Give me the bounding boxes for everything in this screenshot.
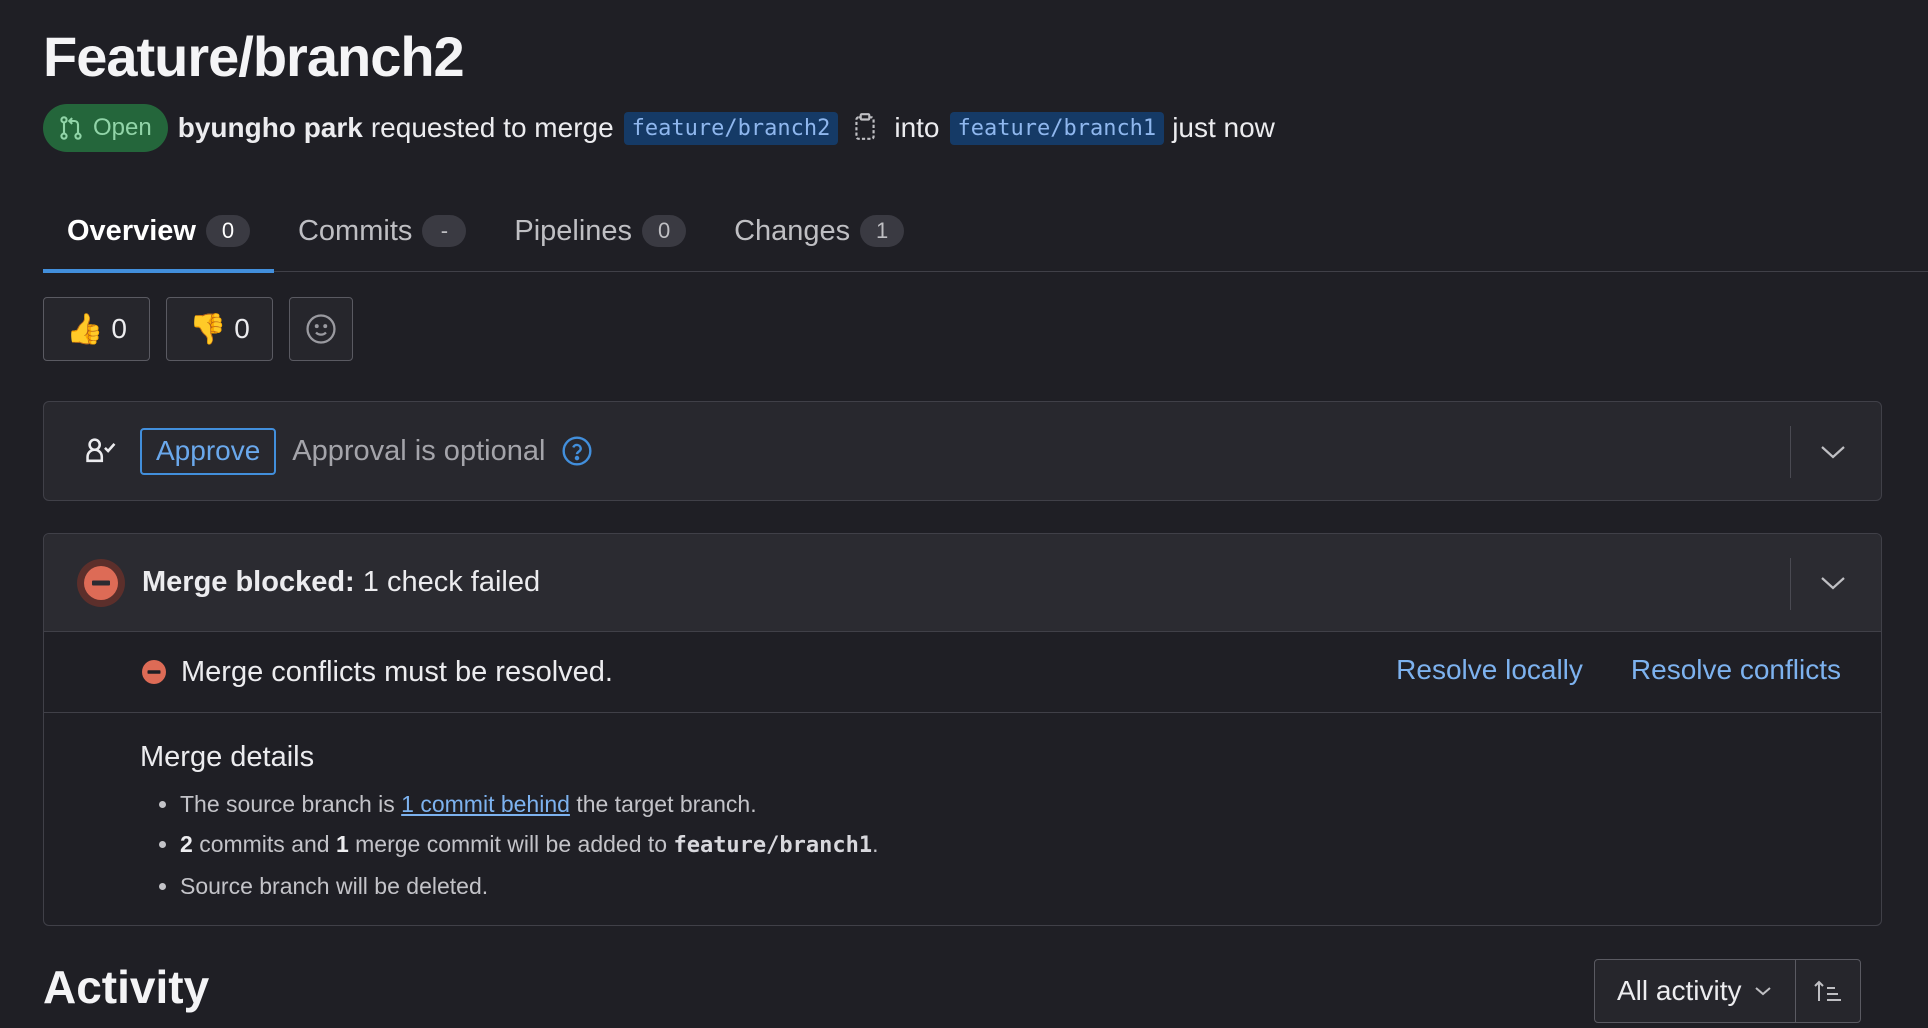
tab-label: Changes — [734, 214, 851, 247]
copy-branch-icon[interactable] — [852, 112, 882, 144]
sort-direction-button[interactable] — [1796, 960, 1860, 1022]
thumbs-down-button[interactable]: 👎 0 — [165, 297, 273, 361]
author-link[interactable]: byungho park — [178, 112, 363, 144]
merge-request-tabs: Overview 0 Commits - Pipelines 0 Changes… — [43, 190, 1928, 273]
tab-count: 1 — [860, 215, 905, 247]
commits-behind-link[interactable]: 1 commit behind — [401, 791, 570, 817]
thumbs-down-icon: 👎 — [188, 311, 227, 347]
tab-count: 0 — [205, 215, 250, 247]
chevron-down-icon — [1821, 577, 1845, 590]
merge-check-text: Merge conflicts must be resolved. — [181, 655, 613, 688]
approval-panel: Approve Approval is optional — [43, 401, 1882, 501]
tab-pipelines[interactable]: Pipelines 0 — [490, 190, 710, 272]
tab-commits[interactable]: Commits - — [274, 190, 490, 272]
list-item: Source branch will be deleted. — [180, 866, 1881, 906]
thumbs-up-icon: 👍 — [66, 311, 104, 347]
expand-merge-checks-button[interactable] — [1813, 563, 1853, 603]
detail-text: the target branch. — [576, 791, 757, 817]
tab-label: Commits — [297, 214, 413, 247]
merge-request-meta: Open byungho park requested to merge fea… — [43, 104, 1275, 152]
smiley-icon — [306, 314, 336, 344]
merge-status-text: Merge blocked: 1 check failed — [142, 566, 540, 599]
expand-approval-button[interactable] — [1813, 432, 1853, 472]
resolve-conflicts-button[interactable]: Resolve conflicts — [1631, 654, 1841, 686]
award-emoji-bar: 👍 0 👎 0 — [43, 297, 353, 361]
list-item: The source branch is 1 commit behind the… — [180, 784, 1881, 824]
activity-filter-dropdown[interactable]: All activity — [1595, 960, 1797, 1022]
detail-text: merge commit will be added to — [355, 831, 668, 857]
merge-check-actions: Resolve locally Resolve conflicts — [1396, 654, 1841, 686]
source-branch[interactable]: feature/branch2 — [623, 111, 839, 145]
activity-filter-label: All activity — [1617, 975, 1742, 1006]
activity-heading: Activity — [43, 961, 210, 1013]
add-reaction-button[interactable] — [288, 297, 353, 361]
approval-status-text: Approval is optional — [292, 434, 546, 467]
status-label: Open — [93, 114, 152, 141]
tab-changes[interactable]: Changes 1 — [710, 190, 928, 272]
tab-label: Pipelines — [514, 214, 633, 247]
thumbs-up-button[interactable]: 👍 0 — [43, 297, 150, 361]
blocked-status-icon — [77, 558, 125, 607]
time-text: just now — [1172, 112, 1275, 143]
detail-text: The source branch is — [180, 791, 395, 817]
target-branch-code: feature/branch1 — [673, 833, 873, 858]
merge-request-icon — [60, 116, 82, 140]
divider — [1790, 558, 1791, 610]
tab-overview[interactable]: Overview 0 — [43, 190, 274, 273]
target-branch[interactable]: feature/branch1 — [949, 111, 1165, 145]
merge-details: Merge details The source branch is 1 com… — [44, 713, 1881, 906]
detail-text: commits and — [199, 831, 330, 857]
help-icon[interactable] — [561, 435, 593, 467]
detail-text: . — [872, 831, 879, 857]
merge-status-bold: Merge blocked: — [142, 566, 355, 598]
tab-label: Overview — [67, 214, 196, 247]
action-text: requested to merge — [370, 112, 614, 143]
status-badge: Open — [43, 104, 168, 152]
tab-count: 0 — [642, 215, 687, 247]
into-text: into — [894, 112, 940, 143]
merge-status-detail: 1 check failed — [362, 566, 541, 598]
approval-user-icon — [86, 438, 116, 463]
merge-details-list: The source branch is 1 commit behind the… — [140, 784, 1881, 906]
activity-controls: All activity — [1594, 959, 1862, 1023]
thumbs-up-count: 0 — [111, 313, 127, 344]
merge-status-header: Merge blocked: 1 check failed — [44, 534, 1881, 632]
merge-details-title: Merge details — [140, 741, 315, 773]
chevron-down-icon — [1755, 987, 1772, 996]
merge-widget: Merge blocked: 1 check failed Merge conf… — [43, 533, 1882, 926]
merge-check-row: Merge conflicts must be resolved. Resolv… — [44, 632, 1881, 713]
tab-count: - — [422, 215, 467, 247]
thumbs-down-count: 0 — [234, 313, 250, 344]
merge-commit-count: 1 — [335, 831, 349, 857]
page-title: Feature/branch2 — [43, 25, 465, 88]
sort-icon — [1814, 980, 1842, 1001]
divider — [1790, 426, 1791, 478]
approve-button[interactable]: Approve — [140, 427, 277, 475]
commit-count: 2 — [180, 831, 193, 857]
chevron-down-icon — [1821, 446, 1845, 459]
resolve-locally-button[interactable]: Resolve locally — [1396, 654, 1583, 686]
list-item: 2 commits and 1 merge commit will be add… — [180, 824, 1881, 866]
failed-check-icon — [142, 660, 166, 684]
detail-text: Source branch will be deleted. — [180, 873, 489, 899]
